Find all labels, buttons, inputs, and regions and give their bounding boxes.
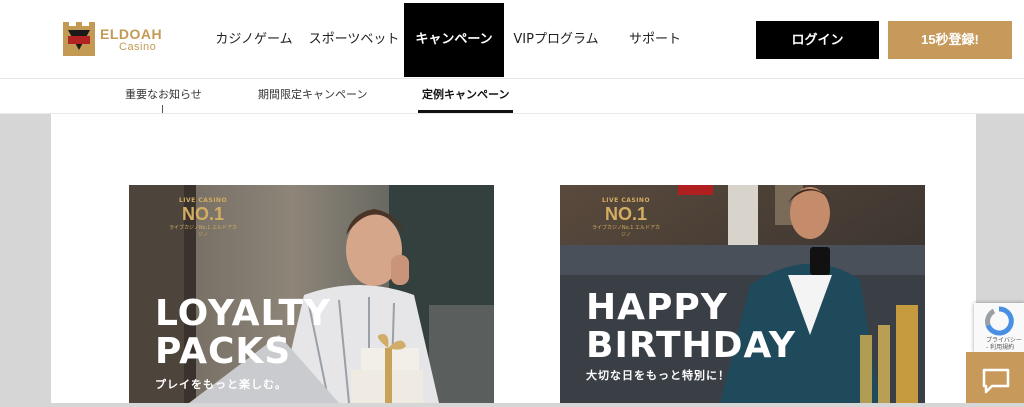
login-button[interactable]: ログイン [756,21,879,59]
badge-jp-text: ライブカジノNo.1 エルドアカジノ [169,225,237,238]
recaptcha-privacy-terms[interactable]: プライバシー - 利用規約 [986,337,1024,351]
site-header: ELDOAH Casino カジノゲーム スポーツベット キャンペーン VIPプ… [0,0,1024,79]
register-button[interactable]: 15秒登録! [888,21,1012,59]
badge-jp-text: ライブカジノNo.1 エルドアカジノ [592,225,660,238]
nav-support[interactable]: サポート [612,3,698,77]
nav-sports-bet[interactable]: スポーツベット [304,3,404,77]
banner-title-line2: PACKS [155,331,292,372]
campaign-subnav: 重要なお知らせ 期間限定キャンペーン 定例キャンペーン [0,79,1024,114]
brand-subtitle: Casino [119,41,157,53]
live-casino-no1-badge: LIVE CASINO NO.1 ライブカジノNo.1 エルドアカジノ [167,197,239,253]
banner-loyalty-packs[interactable]: LIVE CASINO NO.1 ライブカジノNo.1 エルドアカジノ LOYA… [129,185,494,403]
nav-vip-program[interactable]: VIPプログラム [506,3,606,77]
campaign-panel: LIVE CASINO NO.1 ライブカジノNo.1 エルドアカジノ LOYA… [51,114,976,403]
chat-bubble-icon [982,368,1010,394]
banner-happy-birthday[interactable]: LIVE CASINO NO.1 ライブカジノNo.1 エルドアカジノ HAPP… [560,185,925,403]
banner-subtitle: 大切な日をもっと特別に！ [586,369,730,382]
badge-main-text: NO.1 [604,204,647,224]
banner-title-line1: LOYALTY [155,293,332,334]
subnav-regular-campaign[interactable]: 定例キャンペーン [418,79,514,113]
chat-button[interactable] [966,352,1024,403]
nav-campaign[interactable]: キャンペーン [404,3,504,77]
badge-top-text: LIVE CASINO [178,197,228,204]
nav-casino-games[interactable]: カジノゲーム [208,3,300,77]
badge-top-text: LIVE CASINO [601,197,651,204]
castle-logo-icon [63,22,95,56]
subnav-limited-campaign[interactable]: 期間限定キャンペーン [258,79,367,110]
banner-title-line1: HAPPY [586,287,728,328]
live-casino-no1-badge: LIVE CASINO NO.1 ライブカジノNo.1 エルドアカジノ [590,197,662,253]
subnav-important-news[interactable]: 重要なお知らせ [125,79,202,110]
brand-logo[interactable]: ELDOAH Casino [60,20,170,58]
badge-main-text: NO.1 [181,204,224,224]
brand-name: ELDOAH [100,26,163,42]
banner-title-line2: BIRTHDAY [586,325,796,366]
banner-subtitle: プレイをもっと楽しむ。 [155,378,287,391]
